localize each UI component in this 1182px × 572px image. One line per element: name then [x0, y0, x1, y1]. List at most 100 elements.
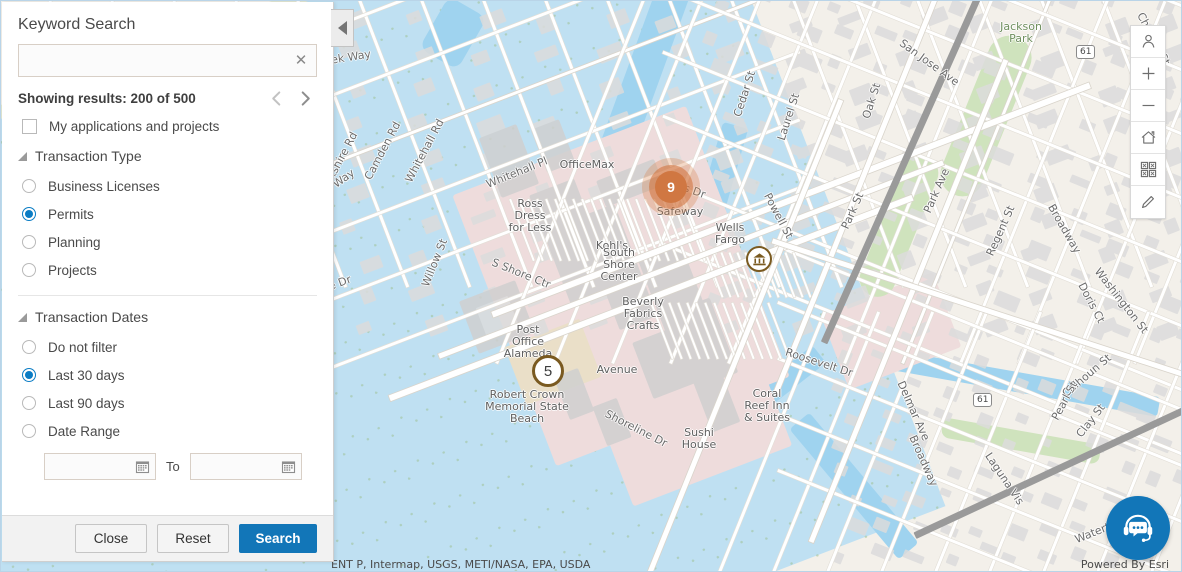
cluster-count-label: 9 [655, 171, 687, 203]
cluster-halo: 9 [649, 165, 693, 209]
radio-last-90-days[interactable] [22, 396, 36, 410]
radio-row-last-90-days[interactable]: Last 90 days [18, 389, 317, 417]
radio-label-last-30-days: Last 30 days [48, 367, 125, 383]
close-button[interactable]: Close [75, 524, 147, 553]
building-footprint [976, 411, 994, 429]
radio-row-last-30-days[interactable]: Last 30 days [18, 361, 317, 389]
attribution-text: ENT P, Intermap, USGS, METI/NASA, EPA, U… [331, 558, 591, 571]
building-footprint [1116, 401, 1140, 418]
my-applications-checkbox[interactable] [22, 119, 37, 134]
building-footprint [938, 487, 952, 499]
building-footprint [973, 353, 990, 369]
radio-planning[interactable] [22, 235, 36, 249]
building-footprint [473, 82, 496, 102]
application-window: 61 61 Sandcreek WayYorkshire RdCamden Rd… [0, 0, 1182, 572]
radio-label-planning: Planning [48, 234, 101, 250]
radio-row-business-licenses[interactable]: Business Licenses [18, 172, 317, 200]
building-footprint [480, 247, 507, 266]
results-count-label: Showing results: 200 of 500 [18, 91, 196, 106]
my-applications-row[interactable]: My applications and projects [18, 119, 317, 134]
building-footprint [874, 25, 898, 42]
building-footprint [896, 250, 917, 271]
reset-button[interactable]: Reset [157, 524, 229, 553]
radio-label-permits: Permits [48, 206, 94, 222]
building-footprint [872, 516, 891, 534]
radio-row-projects[interactable]: Projects [18, 256, 317, 284]
building-footprint [839, 236, 855, 250]
building-footprint [1171, 468, 1181, 487]
highway-shield: 61 [1076, 45, 1096, 59]
date-to-field[interactable] [189, 453, 302, 480]
date-from-field[interactable] [44, 453, 156, 480]
pencil-icon[interactable] [1131, 186, 1165, 218]
building-footprint [407, 281, 436, 303]
radio-row-do-not-filter[interactable]: Do not filter [18, 333, 317, 361]
building-footprint [1007, 522, 1030, 542]
radio-business-licenses[interactable] [22, 179, 36, 193]
chevron-right-icon[interactable] [298, 90, 313, 107]
section-header-transaction-dates[interactable]: Transaction Dates [18, 309, 317, 325]
keyword-search-panel: Keyword Search ✕ Showing results: 200 of… [2, 2, 334, 562]
esri-brand-text: Powered By Esri [1080, 558, 1169, 571]
radio-row-permits[interactable]: Permits [18, 200, 317, 228]
radio-row-planning[interactable]: Planning [18, 228, 317, 256]
building-footprint [405, 9, 424, 25]
building-footprint [1112, 323, 1132, 339]
radio-row-date-range[interactable]: Date Range [18, 417, 317, 445]
chevron-left-icon[interactable] [269, 90, 284, 107]
search-field-wrapper: ✕ [18, 44, 317, 77]
radio-last-30-days[interactable] [22, 368, 36, 382]
building-footprint [413, 77, 437, 98]
close-icon[interactable]: ✕ [292, 51, 310, 69]
section-title-transaction-dates: Transaction Dates [35, 309, 149, 325]
panel-body: Keyword Search ✕ Showing results: 200 of… [2, 2, 333, 515]
map-cluster-marker-9[interactable]: 9 [642, 158, 700, 216]
building-footprint [711, 168, 730, 183]
section-title-transaction-type: Transaction Type [35, 148, 142, 164]
pagination-controls [269, 90, 317, 107]
calendar-icon[interactable] [135, 459, 150, 479]
building-footprint [946, 466, 963, 481]
search-button[interactable]: Search [239, 524, 317, 553]
building-footprint [911, 233, 928, 250]
bank-icon[interactable] [746, 246, 772, 272]
building-footprint [421, 214, 443, 234]
building-footprint [947, 1, 967, 18]
radio-permits[interactable] [22, 207, 36, 221]
section-header-transaction-type[interactable]: Transaction Type [18, 148, 317, 164]
building-footprint [1152, 383, 1168, 397]
radio-label-projects: Projects [48, 262, 97, 278]
search-input[interactable] [18, 44, 317, 77]
headset-chat-icon[interactable] [1106, 496, 1170, 560]
building-footprint [826, 1, 842, 14]
basemap-gallery-button[interactable] [1131, 154, 1165, 186]
calendar-icon[interactable] [281, 459, 296, 479]
zoom-in-button[interactable] [1131, 58, 1165, 90]
building-footprint [1014, 412, 1029, 426]
building-footprint [968, 525, 984, 538]
radio-projects[interactable] [22, 263, 36, 277]
building-footprint [881, 494, 898, 509]
building-footprint [1059, 1, 1082, 10]
building-footprint [899, 1, 914, 8]
building-footprint [1120, 460, 1136, 477]
building-footprint [855, 219, 871, 233]
building-footprint [991, 1, 1009, 11]
building-footprint [1037, 378, 1057, 396]
building-footprint [702, 30, 719, 47]
radio-date-range[interactable] [22, 424, 36, 438]
collapse-triangle-icon [18, 312, 27, 322]
locate-button[interactable] [1131, 26, 1165, 58]
building-footprint [848, 83, 875, 107]
panel-collapse-toggle[interactable] [331, 9, 354, 47]
home-button[interactable] [1131, 122, 1165, 154]
building-footprint [1010, 466, 1025, 480]
radio-label-date-range: Date Range [48, 423, 121, 439]
building-footprint [1040, 491, 1063, 511]
zoom-out-button[interactable] [1131, 90, 1165, 122]
radio-do-not-filter[interactable] [22, 340, 36, 354]
chevron-left-icon [337, 21, 347, 35]
map-cluster-marker-5[interactable]: 5 [532, 355, 564, 387]
panel-footer: Close Reset Search [2, 515, 333, 561]
section-divider [18, 295, 317, 296]
